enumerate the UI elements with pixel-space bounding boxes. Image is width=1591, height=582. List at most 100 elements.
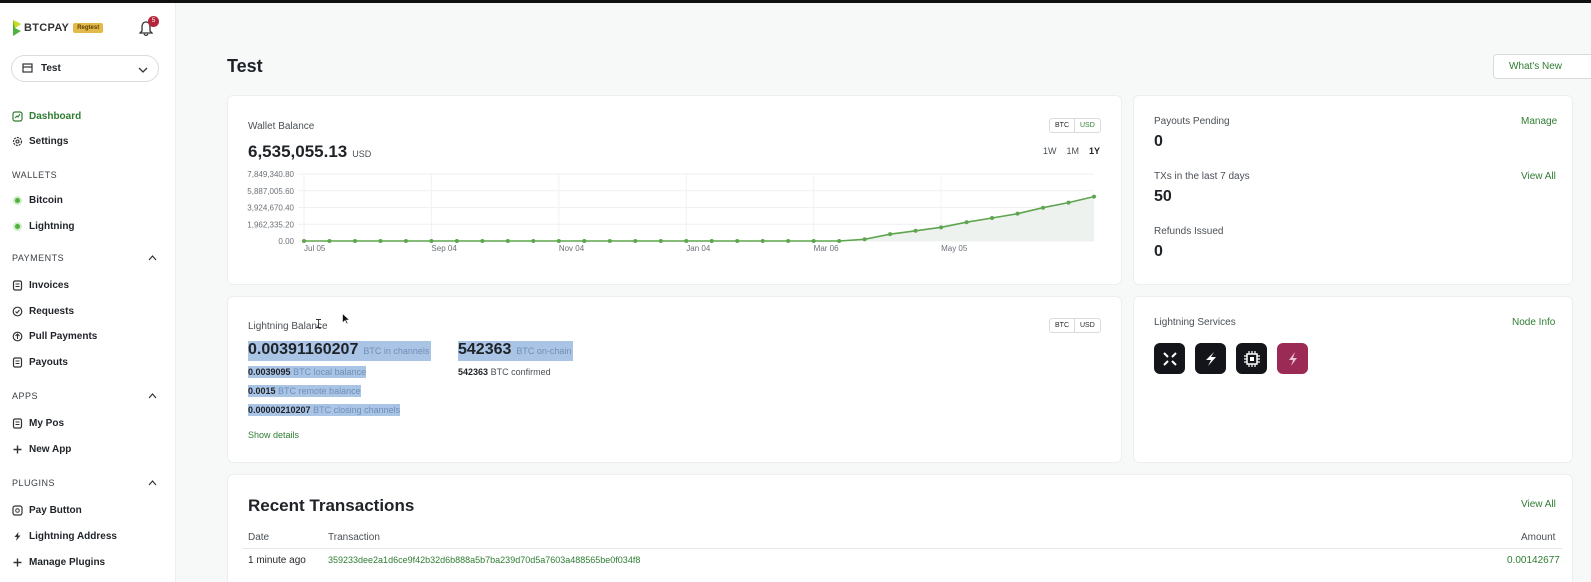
wallet-balance-label: Wallet Balance <box>248 121 315 132</box>
x-tick-label: Nov 04 <box>559 244 585 253</box>
confirmed-value: 542363 <box>458 367 489 377</box>
invoice-icon <box>12 279 23 291</box>
nav-lightning-address-label: Lightning Address <box>29 530 117 542</box>
range-1w[interactable]: 1W <box>1043 146 1057 156</box>
nav-settings[interactable]: Settings <box>12 134 68 148</box>
pay-button-icon <box>12 504 23 516</box>
lightning-terminal-icon[interactable] <box>1277 343 1308 374</box>
x-tick-label: Jul 05 <box>304 244 326 253</box>
txs-label: TXs in the last 7 days <box>1154 171 1250 182</box>
chart-point <box>1066 200 1071 205</box>
toggle-btc[interactable]: BTC <box>1050 119 1074 132</box>
ride-the-lightning-icon[interactable] <box>1154 343 1185 374</box>
y-tick-label: 0.00 <box>278 237 294 246</box>
status-dot-icon <box>12 221 23 232</box>
nav-lightning-address[interactable]: Lightning Address <box>12 529 117 543</box>
chart-point <box>582 239 587 243</box>
section-payments[interactable]: PAYMENTS <box>12 253 157 263</box>
col-transaction: Transaction <box>328 532 380 543</box>
y-tick-label: 7,849,340.80 <box>247 170 294 179</box>
nav-pay-button[interactable]: Pay Button <box>12 503 82 517</box>
btcpay-logo[interactable]: BTCPAY Regtest <box>12 19 104 37</box>
chart-point <box>760 239 765 243</box>
recent-transactions-card: Recent Transactions View All Date Transa… <box>227 474 1573 582</box>
remote-value: 0.0015 <box>248 386 276 396</box>
col-date: Date <box>248 532 270 543</box>
x-tick-label: Mar 06 <box>814 244 839 253</box>
plus-icon <box>12 444 23 455</box>
section-wallets: WALLETS <box>12 170 58 180</box>
wallet-balance-amount: 6,535,055.13 <box>248 142 348 161</box>
nav-pull-payments[interactable]: Pull Payments <box>12 329 97 343</box>
nav-manage-plugins[interactable]: Manage Plugins <box>12 555 105 569</box>
closing-balance: 0.00000210207 BTC closing channels <box>248 404 401 416</box>
lnbits-chip-icon[interactable] <box>1236 343 1267 374</box>
toggle-usd[interactable]: USD <box>1074 119 1100 132</box>
range-1y[interactable]: 1Y <box>1089 146 1100 156</box>
onchain-label: BTC on-chain <box>516 346 572 356</box>
nav-invoices[interactable]: Invoices <box>12 278 69 292</box>
chart-point <box>1092 194 1096 199</box>
chart-point <box>505 239 510 243</box>
btcpay-logo-icon <box>12 19 22 37</box>
refunds-label: Refunds Issued <box>1154 226 1224 237</box>
sidebar: BTCPAY Regtest 5 Test Dashboard Settings… <box>0 3 176 582</box>
nav-lightning[interactable]: Lightning <box>12 219 75 233</box>
chevron-down-icon <box>138 60 148 78</box>
section-plugins[interactable]: PLUGINS <box>12 478 157 488</box>
nav-dashboard[interactable]: Dashboard <box>12 109 81 123</box>
chart-point <box>378 239 383 243</box>
y-tick-label: 1,962,335.20 <box>247 220 294 229</box>
plus-icon <box>12 557 23 568</box>
page-title: Test <box>227 56 263 76</box>
section-apps[interactable]: APPS <box>12 391 157 401</box>
nav-requests[interactable]: Requests <box>12 304 74 318</box>
text-cursor-icon <box>316 315 321 333</box>
tx-id-link[interactable]: 359233dee2a1d6ce9f42b32d6b888a5b7ba239d7… <box>328 555 640 565</box>
thunderhub-icon[interactable] <box>1195 343 1226 374</box>
chart-point <box>837 239 842 243</box>
wallet-balance-chart: 7,849,340.80 5,887,005.60 3,924,670.40 1,96… <box>247 170 1096 253</box>
show-details-link[interactable]: Show details <box>248 430 299 440</box>
mouse-pointer-icon <box>342 312 351 330</box>
nav-pay-button-label: Pay Button <box>29 504 82 516</box>
remote-balance: 0.0015 BTC remote balance <box>248 385 361 397</box>
y-tick-label: 5,887,005.60 <box>247 187 294 196</box>
nav-my-pos[interactable]: My Pos <box>12 416 64 430</box>
whats-new-button[interactable]: What's New <box>1493 54 1591 79</box>
notifications-count-badge: 5 <box>148 16 159 27</box>
toggle-usd[interactable]: USD <box>1074 319 1100 332</box>
wallet-balance-card: Wallet Balance 6,535,055.13 USD BTC USD … <box>227 95 1122 285</box>
nav-new-app[interactable]: New App <box>12 442 71 456</box>
nav-payouts[interactable]: Payouts <box>12 355 68 369</box>
range-1m[interactable]: 1M <box>1067 146 1080 156</box>
gear-icon <box>12 136 23 147</box>
summary-card: Payouts Pending Manage 0 TXs in the last… <box>1133 95 1573 285</box>
onchain-value: 542363 <box>458 341 512 358</box>
node-info-link[interactable]: Node Info <box>1512 317 1555 328</box>
chart-point <box>403 239 408 243</box>
confirmed-balance: 542363 BTC confirmed <box>458 367 551 377</box>
local-value: 0.0039095 <box>248 367 291 377</box>
chart-point <box>888 232 893 237</box>
nav-pull-payments-label: Pull Payments <box>29 330 98 342</box>
tx-date: 1 minute ago <box>248 555 306 566</box>
wallet-balance-currency: USD <box>352 149 372 159</box>
toggle-btc[interactable]: BTC <box>1050 319 1074 332</box>
table-row[interactable]: 1 minute ago 359233dee2a1d6ce9f42b32d6b8… <box>242 550 1562 572</box>
manage-link[interactable]: Manage <box>1521 116 1557 127</box>
nav-bitcoin[interactable]: Bitcoin <box>12 193 63 207</box>
channels-balance: 0.00391160207 BTC in channels <box>248 341 432 361</box>
nav-payouts-label: Payouts <box>29 356 68 368</box>
transactions-header-row: Date Transaction Amount <box>242 527 1562 549</box>
chart-point <box>1041 205 1046 210</box>
network-badge: Regtest <box>73 23 104 33</box>
dashboard-icon <box>12 110 23 122</box>
closing-label: BTC closing channels <box>313 405 401 415</box>
remote-label: BTC remote balance <box>278 386 361 396</box>
request-icon <box>12 306 23 317</box>
transactions-view-all-link[interactable]: View All <box>1521 499 1556 510</box>
store-selector[interactable]: Test <box>11 55 159 82</box>
chart-point <box>633 239 638 243</box>
txs-view-all-link[interactable]: View All <box>1521 171 1556 182</box>
